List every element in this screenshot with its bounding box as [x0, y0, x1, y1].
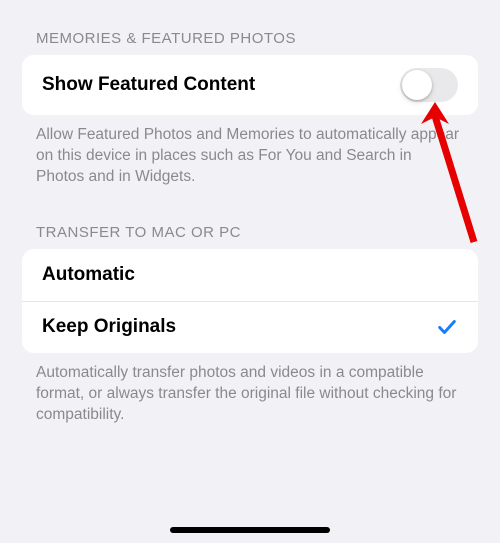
section-footer-memories: Allow Featured Photos and Memories to au…: [0, 115, 500, 188]
toggle-knob: [402, 70, 432, 100]
section-header-memories: MEMORIES & FEATURED PHOTOS: [0, 0, 500, 55]
row-label: Show Featured Content: [42, 74, 255, 96]
row-show-featured-content[interactable]: Show Featured Content: [22, 55, 478, 115]
card-transfer: Automatic Keep Originals: [22, 249, 478, 353]
home-indicator: [170, 527, 330, 533]
settings-pane: MEMORIES & FEATURED PHOTOS Show Featured…: [0, 0, 500, 426]
row-label: Keep Originals: [42, 316, 176, 338]
row-label: Automatic: [42, 264, 135, 286]
section-footer-transfer: Automatically transfer photos and videos…: [0, 353, 500, 426]
card-memories: Show Featured Content: [22, 55, 478, 115]
toggle-show-featured-content[interactable]: [400, 68, 458, 102]
row-keep-originals[interactable]: Keep Originals: [22, 301, 478, 353]
row-automatic[interactable]: Automatic: [22, 249, 478, 301]
section-header-transfer: TRANSFER TO MAC OR PC: [0, 188, 500, 249]
checkmark-icon: [436, 316, 458, 338]
